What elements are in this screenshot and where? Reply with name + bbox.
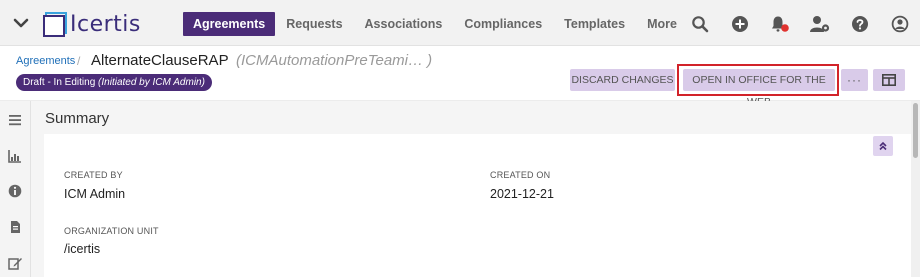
more-actions-button[interactable]: ··· (841, 69, 868, 91)
nav-compliances[interactable]: Compliances (453, 12, 553, 36)
double-chevron-up-icon (879, 141, 887, 151)
notification-bell-icon (772, 16, 789, 32)
search-icon (692, 16, 709, 33)
layout-columns-icon (882, 74, 896, 86)
created-on-value: 2021-12-21 (490, 187, 554, 201)
chart-icon[interactable] (8, 149, 22, 163)
org-unit-label: ORGANIZATION UNIT (64, 226, 159, 236)
main-nav: Agreements Requests Associations Complia… (183, 12, 688, 36)
add-icon (732, 16, 748, 32)
document-icon[interactable] (8, 220, 22, 234)
created-by-value: ICM Admin (64, 187, 126, 201)
section-title: Summary (45, 110, 110, 127)
vertical-scrollbar[interactable] (911, 101, 920, 277)
user-settings-button[interactable] (800, 12, 840, 36)
created-on-label: CREATED ON (490, 170, 551, 180)
edit-icon[interactable] (8, 256, 22, 270)
record-header: Agreements / AlternateClauseRAP (ICMAuto… (0, 46, 920, 108)
page-title: AlternateClauseRAP (91, 52, 229, 69)
nav-templates[interactable]: Templates (553, 12, 636, 36)
logo-mark-icon (43, 12, 67, 37)
layout-toggle-button[interactable] (873, 69, 905, 91)
logo-text: Icertis (70, 11, 141, 37)
status-text: Draft - In Editing (23, 77, 96, 88)
user-profile-button[interactable] (880, 12, 920, 36)
icertis-logo[interactable]: Icertis (42, 10, 141, 38)
nav-requests[interactable]: Requests (275, 12, 353, 36)
status-detail: (Initiated by ICM Admin) (98, 77, 205, 88)
page-subtitle: (ICMAutomationPreTeami… ) (236, 52, 433, 69)
open-in-office-button[interactable]: OPEN IN OFFICE FOR THE WEB (683, 69, 835, 108)
search-button[interactable] (680, 12, 720, 36)
top-icons (680, 12, 920, 36)
nav-agreements[interactable]: Agreements (183, 12, 276, 36)
user-profile-icon (891, 15, 909, 33)
scrollbar-thumb[interactable] (913, 103, 918, 158)
chevron-down-icon[interactable] (12, 14, 30, 32)
add-button[interactable] (720, 12, 760, 36)
left-sidebar (0, 101, 31, 277)
discard-changes-button[interactable]: DISCARD CHANGES (570, 69, 675, 91)
status-badge: Draft - In Editing (Initiated by ICM Adm… (16, 74, 212, 91)
created-by-label: CREATED BY (64, 170, 123, 180)
main-content: Summary CREATED BY ICM Admin CREATED ON … (31, 101, 911, 279)
top-bar: Icertis Agreements Requests Associations… (0, 0, 920, 46)
summary-card: CREATED BY ICM Admin CREATED ON 2021-12-… (44, 134, 911, 279)
user-settings-icon (810, 16, 830, 32)
notifications-button[interactable] (760, 12, 800, 36)
breadcrumb[interactable]: Agreements (16, 55, 75, 67)
help-button[interactable] (840, 12, 880, 36)
help-icon (852, 16, 868, 32)
menu-icon[interactable] (8, 113, 22, 127)
info-icon[interactable] (8, 184, 22, 198)
breadcrumb-separator: / (77, 54, 81, 68)
nav-associations[interactable]: Associations (354, 12, 454, 36)
collapse-button[interactable] (873, 136, 893, 156)
org-unit-value: /icertis (64, 242, 101, 256)
